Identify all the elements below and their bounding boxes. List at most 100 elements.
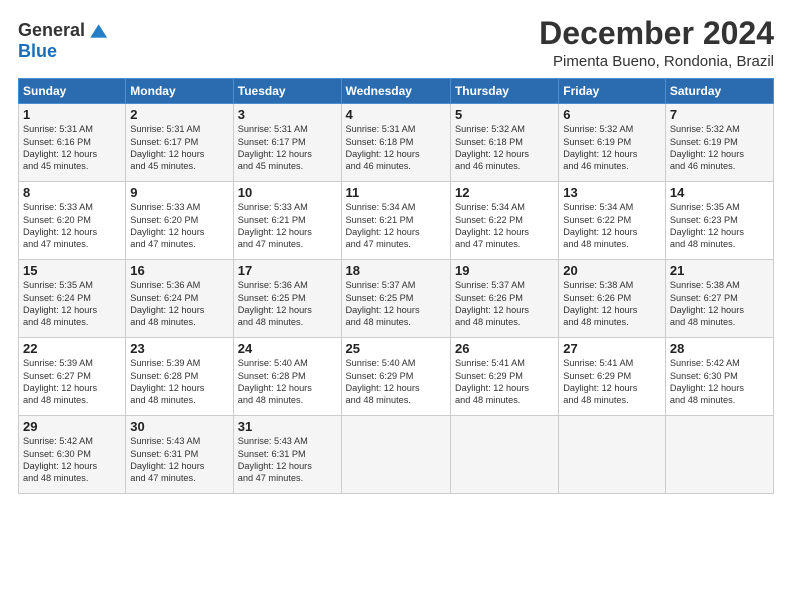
cell-text: Sunrise: 5:33 AMSunset: 6:20 PMDaylight:… [130,202,204,249]
calendar-cell: 16Sunrise: 5:36 AMSunset: 6:24 PMDayligh… [126,260,233,338]
calendar-cell: 23 Sunrise: 5:39 AMSunset: 6:28 PMDayligh… [126,338,233,416]
calendar-week-row: 15Sunrise: 5:35 AMSunset: 6:24 PMDayligh… [19,260,774,338]
day-number: 26 [455,341,554,356]
calendar-cell: 24 Sunrise: 5:40 AMSunset: 6:28 PMDayligh… [233,338,341,416]
subtitle: Pimenta Bueno, Rondonia, Brazil [539,53,774,70]
cell-text: Sunrise: 5:42 AMSunset: 6:30 PMDaylight:… [23,436,97,483]
cell-text: Sunrise: 5:32 AMSunset: 6:18 PMDaylight:… [455,124,529,171]
cell-text: Sunrise: 5:35 AMSunset: 6:23 PMDaylight:… [670,202,744,249]
cell-text: Sunrise: 5:43 AMSunset: 6:31 PMDaylight:… [238,436,312,483]
cell-text: Sunrise: 5:40 AMSunset: 6:28 PMDaylight:… [238,358,312,405]
logo: General Blue [18,20,107,62]
day-number: 18 [346,263,446,278]
day-number: 17 [238,263,337,278]
calendar-cell: 14 Sunrise: 5:35 AMSunset: 6:23 PMDayligh… [665,182,773,260]
calendar-cell: 19Sunrise: 5:37 AMSunset: 6:26 PMDayligh… [450,260,558,338]
calendar-cell: 5 Sunrise: 5:32 AMSunset: 6:18 PMDaylight… [450,104,558,182]
calendar-week-row: 8 Sunrise: 5:33 AMSunset: 6:20 PMDaylight… [19,182,774,260]
header: General Blue December 2024 Pimenta Bueno… [18,16,774,70]
calendar-header-row: SundayMondayTuesdayWednesdayThursdayFrid… [19,79,774,104]
calendar-cell: 18 Sunrise: 5:37 AMSunset: 6:25 PMDayligh… [341,260,450,338]
calendar-cell: 31 Sunrise: 5:43 AMSunset: 6:31 PMDayligh… [233,416,341,494]
cell-text: Sunrise: 5:38 AMSunset: 6:26 PMDaylight:… [563,280,637,327]
calendar-cell: 2Sunrise: 5:31 AMSunset: 6:17 PMDaylight… [126,104,233,182]
cell-text: Sunrise: 5:33 AMSunset: 6:20 PMDaylight:… [23,202,97,249]
calendar-week-row: 29Sunrise: 5:42 AMSunset: 6:30 PMDayligh… [19,416,774,494]
cell-text: Sunrise: 5:43 AMSunset: 6:31 PMDaylight:… [130,436,204,483]
cell-text: Sunrise: 5:40 AMSunset: 6:29 PMDaylight:… [346,358,420,405]
day-number: 23 [130,341,228,356]
cell-text: Sunrise: 5:42 AMSunset: 6:30 PMDaylight:… [670,358,744,405]
day-number: 27 [563,341,661,356]
calendar-cell: 27 Sunrise: 5:41 AMSunset: 6:29 PMDayligh… [559,338,666,416]
day-number: 7 [670,107,769,122]
cell-text: Sunrise: 5:34 AMSunset: 6:21 PMDaylight:… [346,202,420,249]
cell-text: Sunrise: 5:37 AMSunset: 6:25 PMDaylight:… [346,280,420,327]
day-number: 11 [346,185,446,200]
calendar-cell: 3 Sunrise: 5:31 AMSunset: 6:17 PMDaylight… [233,104,341,182]
day-number: 15 [23,263,121,278]
calendar-cell: 21 Sunrise: 5:38 AMSunset: 6:27 PMDayligh… [665,260,773,338]
cell-text: Sunrise: 5:33 AMSunset: 6:21 PMDaylight:… [238,202,312,249]
calendar-cell: 12Sunrise: 5:34 AMSunset: 6:22 PMDayligh… [450,182,558,260]
calendar-cell: 13Sunrise: 5:34 AMSunset: 6:22 PMDayligh… [559,182,666,260]
day-number: 22 [23,341,121,356]
calendar-cell: 9 Sunrise: 5:33 AMSunset: 6:20 PMDaylight… [126,182,233,260]
day-number: 25 [346,341,446,356]
calendar-day-header: Sunday [19,79,126,104]
logo-icon [87,21,107,41]
cell-text: Sunrise: 5:36 AMSunset: 6:25 PMDaylight:… [238,280,312,327]
calendar-day-header: Tuesday [233,79,341,104]
cell-text: Sunrise: 5:37 AMSunset: 6:26 PMDaylight:… [455,280,529,327]
day-number: 5 [455,107,554,122]
cell-text: Sunrise: 5:38 AMSunset: 6:27 PMDaylight:… [670,280,744,327]
calendar-cell: 26 Sunrise: 5:41 AMSunset: 6:29 PMDayligh… [450,338,558,416]
calendar-day-header: Saturday [665,79,773,104]
calendar-cell [450,416,558,494]
cell-text: Sunrise: 5:34 AMSunset: 6:22 PMDaylight:… [563,202,637,249]
cell-text: Sunrise: 5:31 AMSunset: 6:17 PMDaylight:… [238,124,312,171]
cell-text: Sunrise: 5:39 AMSunset: 6:28 PMDaylight:… [130,358,204,405]
day-number: 4 [346,107,446,122]
day-number: 31 [238,419,337,434]
cell-text: Sunrise: 5:41 AMSunset: 6:29 PMDaylight:… [563,358,637,405]
day-number: 20 [563,263,661,278]
calendar-cell: 20 Sunrise: 5:38 AMSunset: 6:26 PMDayligh… [559,260,666,338]
logo-blue: Blue [18,41,57,62]
calendar-cell: 28Sunrise: 5:42 AMSunset: 6:30 PMDayligh… [665,338,773,416]
cell-text: Sunrise: 5:34 AMSunset: 6:22 PMDaylight:… [455,202,529,249]
cell-text: Sunrise: 5:32 AMSunset: 6:19 PMDaylight:… [563,124,637,171]
calendar: SundayMondayTuesdayWednesdayThursdayFrid… [18,78,774,494]
calendar-week-row: 22 Sunrise: 5:39 AMSunset: 6:27 PMDayligh… [19,338,774,416]
calendar-cell [341,416,450,494]
calendar-cell [559,416,666,494]
logo-general: General [18,20,85,41]
day-number: 8 [23,185,121,200]
day-number: 14 [670,185,769,200]
calendar-cell: 29Sunrise: 5:42 AMSunset: 6:30 PMDayligh… [19,416,126,494]
day-number: 1 [23,107,121,122]
day-number: 30 [130,419,228,434]
title-block: December 2024 Pimenta Bueno, Rondonia, B… [539,16,774,70]
day-number: 9 [130,185,228,200]
calendar-day-header: Wednesday [341,79,450,104]
day-number: 3 [238,107,337,122]
calendar-cell: 22 Sunrise: 5:39 AMSunset: 6:27 PMDayligh… [19,338,126,416]
day-number: 21 [670,263,769,278]
calendar-week-row: 1 Sunrise: 5:31 AMSunset: 6:16 PMDaylight… [19,104,774,182]
calendar-cell: 25 Sunrise: 5:40 AMSunset: 6:29 PMDayligh… [341,338,450,416]
day-number: 16 [130,263,228,278]
calendar-cell: 6 Sunrise: 5:32 AMSunset: 6:19 PMDaylight… [559,104,666,182]
page: General Blue December 2024 Pimenta Bueno… [0,0,792,612]
calendar-cell: 15Sunrise: 5:35 AMSunset: 6:24 PMDayligh… [19,260,126,338]
cell-text: Sunrise: 5:39 AMSunset: 6:27 PMDaylight:… [23,358,97,405]
calendar-cell: 4Sunrise: 5:31 AMSunset: 6:18 PMDaylight… [341,104,450,182]
main-title: December 2024 [539,16,774,51]
calendar-cell: 11 Sunrise: 5:34 AMSunset: 6:21 PMDayligh… [341,182,450,260]
cell-text: Sunrise: 5:41 AMSunset: 6:29 PMDaylight:… [455,358,529,405]
day-number: 24 [238,341,337,356]
day-number: 6 [563,107,661,122]
calendar-cell: 30 Sunrise: 5:43 AMSunset: 6:31 PMDayligh… [126,416,233,494]
cell-text: Sunrise: 5:31 AMSunset: 6:16 PMDaylight:… [23,124,97,171]
cell-text: Sunrise: 5:31 AMSunset: 6:17 PMDaylight:… [130,124,204,171]
